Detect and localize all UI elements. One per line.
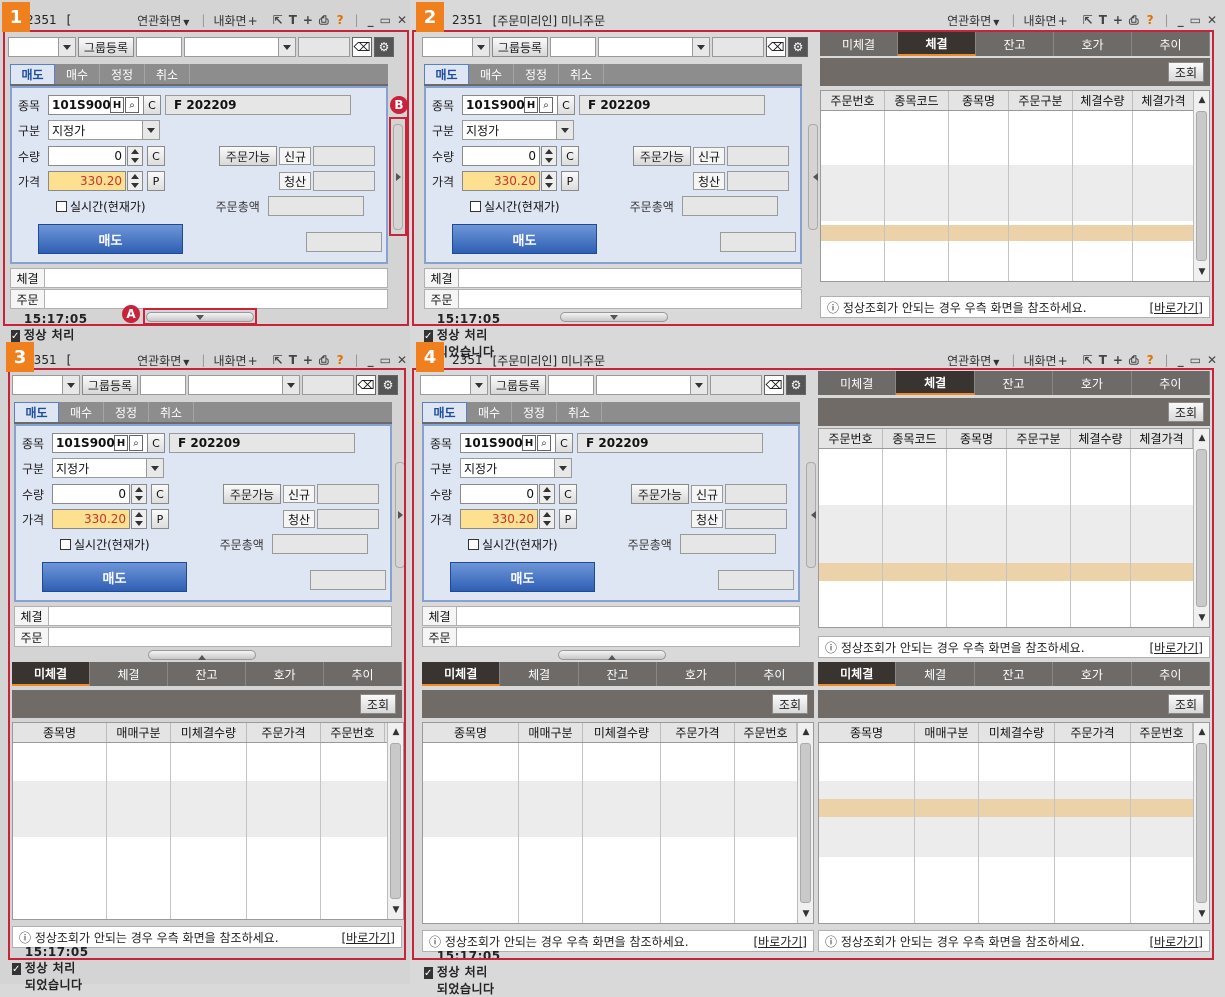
related-screen-menu[interactable]: 연관화면 ▼ <box>137 352 189 369</box>
related-screen-label: 연관화면 <box>137 13 182 28</box>
my-screen-label: 내화면 <box>213 353 247 368</box>
add-icon[interactable]: + <box>303 13 313 27</box>
highlight-a <box>143 308 257 325</box>
link-icon[interactable]: ⇱ <box>1083 353 1093 367</box>
panel-2-highlight <box>412 30 1214 326</box>
dropdown-arrow-icon: ▼ <box>993 17 1000 27</box>
plus-icon: + <box>1057 13 1068 28</box>
maximize-icon[interactable]: ▭ <box>380 353 391 367</box>
print-icon[interactable]: ⎙ <box>1129 353 1139 368</box>
dropdown-arrow-icon: ▼ <box>993 357 1000 367</box>
panel-number-badge: 4 <box>416 342 444 372</box>
help-icon[interactable]: ? <box>1147 13 1154 27</box>
title-separator: | <box>1011 13 1016 27</box>
font-icon[interactable]: T <box>289 353 297 367</box>
print-icon[interactable]: ⎙ <box>1129 13 1139 28</box>
close-icon[interactable]: ✕ <box>1207 353 1217 367</box>
my-screen-menu[interactable]: 내화면+ <box>213 352 257 369</box>
related-screen-menu[interactable]: 연관화면 ▼ <box>137 12 189 29</box>
minimize-icon[interactable]: _ <box>368 353 374 367</box>
close-icon[interactable]: ✕ <box>397 353 407 367</box>
minimize-icon[interactable]: _ <box>1178 13 1184 27</box>
related-screen-label: 연관화면 <box>947 353 992 368</box>
my-screen-label: 내화면 <box>213 13 247 28</box>
plus-icon: + <box>247 13 258 28</box>
title-separator: | <box>1164 13 1169 27</box>
status-bar: ✓15:17:05 정상 처리 되었습니다 <box>12 945 92 992</box>
panel-3-highlight <box>8 368 406 960</box>
screen-name: [주문미리인] 미니주문 <box>492 13 606 28</box>
minimize-icon[interactable]: _ <box>1178 353 1184 367</box>
minimize-icon[interactable]: _ <box>368 13 374 27</box>
panel-number-badge: 1 <box>2 2 30 32</box>
screen-number: 2351 <box>452 353 483 367</box>
print-icon[interactable]: ⎙ <box>319 353 329 368</box>
title-separator: | <box>201 353 206 367</box>
link-icon[interactable]: ⇱ <box>1083 13 1093 27</box>
print-icon[interactable]: ⎙ <box>319 13 329 28</box>
check-icon: ✓ <box>424 967 433 979</box>
title-separator: | <box>1011 353 1016 367</box>
marker-b: B <box>390 96 408 114</box>
my-screen-label: 내화면 <box>1023 13 1057 28</box>
plus-icon: + <box>1057 353 1068 368</box>
check-icon: ✓ <box>12 963 21 975</box>
maximize-icon[interactable]: ▭ <box>1190 13 1201 27</box>
add-icon[interactable]: + <box>1113 13 1123 27</box>
screen-name: [ <box>66 353 72 367</box>
panel-number-badge: 2 <box>416 2 444 32</box>
panel-1-highlight <box>3 30 409 326</box>
status-bar: ✓15:17:05 정상 처리 되었습니다 <box>424 949 504 996</box>
maximize-icon[interactable]: ▭ <box>1190 353 1201 367</box>
marker-a: A <box>122 305 140 323</box>
link-icon[interactable]: ⇱ <box>273 353 283 367</box>
help-icon[interactable]: ? <box>337 353 344 367</box>
screen-name: [주문미리인] 미니주문 <box>492 353 606 368</box>
my-screen-menu[interactable]: 내화면+ <box>1023 352 1067 369</box>
title-separator: | <box>201 13 206 27</box>
font-icon[interactable]: T <box>1099 353 1107 367</box>
my-screen-menu[interactable]: 내화면+ <box>213 12 257 29</box>
screen-name: [ <box>66 13 72 27</box>
screen-number: 2351 <box>26 13 57 27</box>
link-icon[interactable]: ⇱ <box>273 13 283 27</box>
check-icon: ✓ <box>11 330 20 342</box>
panel-4-highlight <box>412 368 1214 960</box>
font-icon[interactable]: T <box>1099 13 1107 27</box>
title-separator: | <box>1164 353 1169 367</box>
add-icon[interactable]: + <box>1113 353 1123 367</box>
font-icon[interactable]: T <box>289 13 297 27</box>
help-icon[interactable]: ? <box>337 13 344 27</box>
dropdown-arrow-icon: ▼ <box>183 17 190 27</box>
my-screen-menu[interactable]: 내화면+ <box>1023 12 1067 29</box>
title-separator: | <box>354 13 359 27</box>
add-icon[interactable]: + <box>303 353 313 367</box>
dropdown-arrow-icon: ▼ <box>183 357 190 367</box>
maximize-icon[interactable]: ▭ <box>380 13 391 27</box>
title-separator: | <box>354 353 359 367</box>
related-screen-label: 연관화면 <box>137 353 182 368</box>
close-icon[interactable]: ✕ <box>397 13 407 27</box>
check-icon: ✓ <box>424 330 433 342</box>
related-screen-menu[interactable]: 연관화면 ▼ <box>947 352 999 369</box>
screen-number: 2351 <box>452 13 483 27</box>
highlight-b <box>389 117 407 236</box>
my-screen-label: 내화면 <box>1023 353 1057 368</box>
panel-number-badge: 3 <box>6 342 34 372</box>
related-screen-label: 연관화면 <box>947 13 992 28</box>
related-screen-menu[interactable]: 연관화면 ▼ <box>947 12 999 29</box>
close-icon[interactable]: ✕ <box>1207 13 1217 27</box>
help-icon[interactable]: ? <box>1147 353 1154 367</box>
plus-icon: + <box>247 353 258 368</box>
